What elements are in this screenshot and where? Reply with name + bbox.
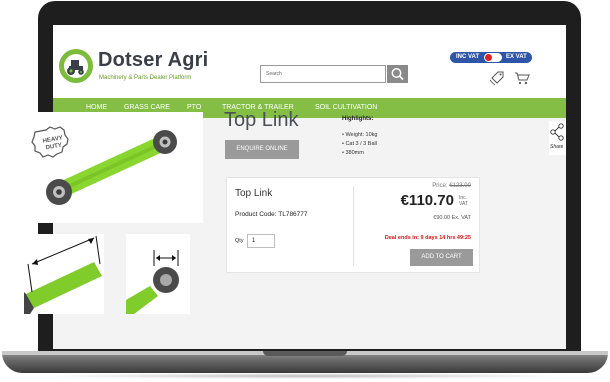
- nav-item-soil-cultivation[interactable]: SOIL CULTIVATION: [315, 104, 377, 111]
- laptop-notch: [263, 351, 347, 356]
- vat-toggle[interactable]: INC VAT EX VAT: [450, 52, 532, 63]
- price-current: €110.70: [400, 192, 454, 209]
- product-thumbnail-ball-width[interactable]: [126, 234, 190, 314]
- price-was-value: €123.00: [449, 183, 471, 189]
- laptop-shadow: [40, 373, 570, 379]
- site-header: Dotser Agri Machinery & Parts Dealer Pla…: [53, 25, 566, 98]
- qty-label: Qty: [235, 238, 244, 244]
- card-product-name: Top Link: [235, 188, 273, 199]
- add-to-cart-button[interactable]: ADD TO CART: [410, 249, 473, 266]
- search-icon: [391, 68, 404, 81]
- product-code: Product Code: TL786777: [235, 211, 308, 218]
- vat-switch-knob: [485, 54, 492, 61]
- nav-item-pto[interactable]: PTO: [187, 104, 201, 111]
- price-tag-icon[interactable]: [489, 70, 505, 86]
- price-ex-vat: €90.00 Ex. VAT: [433, 215, 471, 221]
- highlight-item: • 380mm: [342, 150, 364, 156]
- price-was: Price: €123.00: [432, 183, 471, 189]
- heavy-duty-badge: HEAVY DUTY: [31, 126, 69, 158]
- share-label: Share: [550, 144, 564, 150]
- product-thumbnail-length[interactable]: [24, 234, 104, 314]
- brand-tagline: Machinery & Parts Dealer Platform: [99, 75, 192, 81]
- price-was-label: Price:: [432, 183, 448, 189]
- search-input[interactable]: Search: [260, 65, 386, 83]
- deal-countdown: Deal ends in: 9 days 14 hrs 49:25: [384, 235, 471, 241]
- nav-item-home[interactable]: HOME: [86, 104, 107, 111]
- product-main-image[interactable]: HEAVY DUTY: [21, 112, 203, 223]
- nav-item-grass-care[interactable]: GRASS CARE: [124, 104, 170, 111]
- purchase-card: Top Link Product Code: TL786777 Qty 1 Pr…: [226, 177, 480, 273]
- price-inc-vat-label: Inc. VAT: [459, 195, 468, 207]
- enquire-online-button[interactable]: ENQUIRE ONLINE: [225, 140, 299, 159]
- quantity-input[interactable]: 1: [247, 234, 275, 248]
- brand-name[interactable]: Dotser Agri: [98, 49, 208, 72]
- share-icon: [550, 123, 564, 141]
- search-button[interactable]: [387, 65, 408, 83]
- product-title: Top Link: [224, 109, 299, 131]
- cart-icon[interactable]: [514, 71, 530, 85]
- highlight-item: • Weight: 10kg: [342, 132, 378, 138]
- tractor-logo-icon[interactable]: [59, 49, 93, 83]
- share-button[interactable]: Share: [549, 121, 566, 155]
- highlight-item: • Cat 3 / 3 Ball: [342, 141, 377, 147]
- search-placeholder: Search: [266, 71, 282, 77]
- highlights-list: • Weight: 10kg • Cat 3 / 3 Ball • 380mm: [342, 131, 377, 158]
- vat-inc-label: INC VAT: [456, 54, 480, 60]
- highlights-title: Highlights:: [342, 116, 374, 122]
- card-divider: [353, 186, 354, 266]
- vat-ex-label: EX VAT: [506, 54, 527, 60]
- vat-switch[interactable]: [484, 53, 502, 62]
